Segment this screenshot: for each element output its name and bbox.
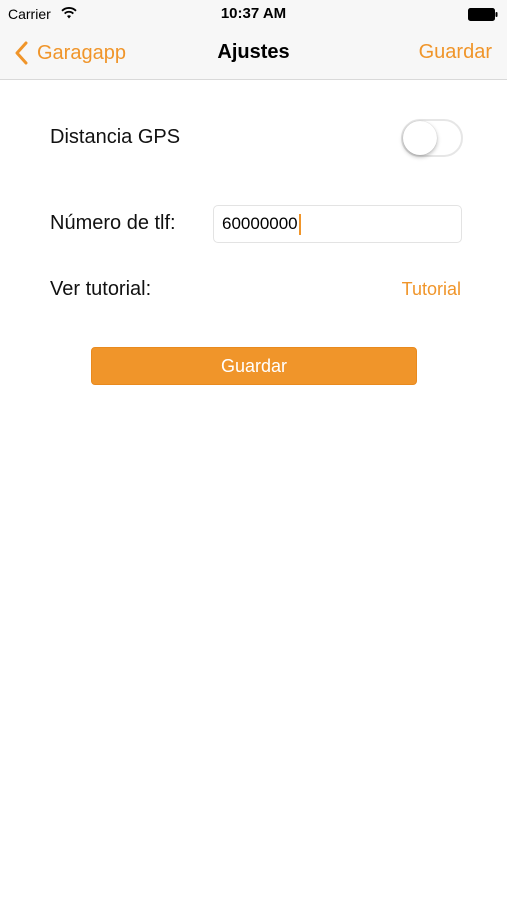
phone-number-label: Número de tlf:: [50, 212, 176, 234]
tutorial-label: Ver tutorial:: [50, 278, 152, 300]
phone-number-value: 60000000: [222, 214, 298, 233]
status-time: 10:37 AM: [220, 5, 287, 22]
gps-distance-toggle[interactable]: [401, 119, 463, 157]
save-button-label: Guardar: [220, 355, 288, 376]
settings-screen: Carrier 10:37 AM Garagapp Ajustes Guarda…: [0, 0, 507, 900]
gps-distance-label: Distancia GPS: [50, 126, 181, 148]
battery-icon: [468, 8, 498, 21]
nav-save-button[interactable]: Guardar: [419, 41, 492, 64]
tutorial-link[interactable]: Tutorial: [402, 279, 461, 300]
navigation-bar: Garagapp Ajustes Guardar: [0, 28, 507, 80]
save-button[interactable]: Guardar: [91, 347, 417, 385]
status-bar: Carrier 10:37 AM: [0, 0, 507, 28]
phone-number-field[interactable]: 60000000: [213, 205, 462, 243]
text-cursor: [298, 213, 301, 235]
toggle-knob: [403, 121, 437, 155]
